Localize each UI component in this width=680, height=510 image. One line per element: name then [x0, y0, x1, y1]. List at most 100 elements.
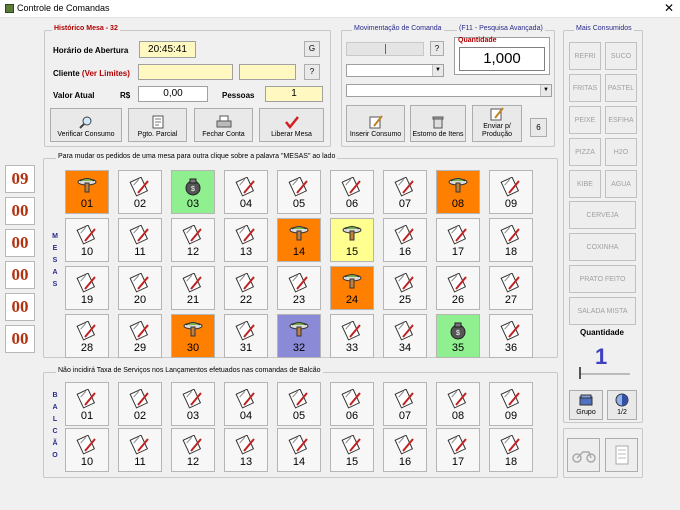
- half-button[interactable]: 1/2: [607, 390, 637, 420]
- mesa-button[interactable]: 29: [118, 314, 162, 358]
- balcao-button[interactable]: 18: [489, 428, 533, 472]
- quantidade-input[interactable]: 1,000: [459, 47, 545, 71]
- mesa-button[interactable]: 10: [65, 218, 109, 262]
- mesa-button[interactable]: 11: [118, 218, 162, 262]
- mesa-button[interactable]: 22: [224, 266, 268, 310]
- balcao-button[interactable]: 17: [436, 428, 480, 472]
- mesa-button[interactable]: 33: [330, 314, 374, 358]
- mesa-button[interactable]: 28: [65, 314, 109, 358]
- mesa-button[interactable]: 18: [489, 218, 533, 262]
- inserir-consumo-button[interactable]: Inserir Consumo: [346, 105, 405, 142]
- product-button[interactable]: REFRI: [569, 42, 601, 70]
- mesa-button[interactable]: 12: [171, 218, 215, 262]
- product-button[interactable]: KIBE: [569, 170, 601, 198]
- mesa-button[interactable]: 27: [489, 266, 533, 310]
- ver-limites-link[interactable]: (Ver Limites): [82, 69, 130, 78]
- mesa-button[interactable]: 20: [118, 266, 162, 310]
- mesas-vertical-link[interactable]: MESAS: [50, 231, 60, 291]
- produto-slider[interactable]: [346, 42, 424, 56]
- fechar-conta-button[interactable]: Fechar Conta: [194, 108, 253, 142]
- mesa-button[interactable]: 34: [383, 314, 427, 358]
- balcao-button[interactable]: 09: [489, 382, 533, 426]
- chevron-down-icon[interactable]: ▼: [432, 65, 443, 76]
- balcao-button[interactable]: 06: [330, 382, 374, 426]
- product-button[interactable]: H2O: [605, 138, 637, 166]
- produto-combo[interactable]: ▼: [346, 64, 444, 77]
- balcao-button[interactable]: 12: [171, 428, 215, 472]
- observacao-combo[interactable]: ▼: [346, 84, 552, 97]
- pessoas-field[interactable]: 1: [265, 86, 323, 102]
- mesa-button[interactable]: 08: [436, 170, 480, 214]
- product-button[interactable]: COXINHA: [569, 233, 636, 261]
- mesa-button[interactable]: 07: [383, 170, 427, 214]
- balcao-button[interactable]: 16: [383, 428, 427, 472]
- product-button[interactable]: AGUA: [605, 170, 637, 198]
- mesa-button[interactable]: 16: [383, 218, 427, 262]
- product-button[interactable]: SUCO: [605, 42, 637, 70]
- side-quantidade-track[interactable]: [579, 367, 630, 379]
- mesa-button[interactable]: 30: [171, 314, 215, 358]
- grupo-button[interactable]: Grupo: [569, 390, 603, 420]
- pgto-parcial-button[interactable]: Pgto. Parcial: [128, 108, 187, 142]
- cliente-code-input[interactable]: [239, 64, 296, 80]
- balcao-button[interactable]: 01: [65, 382, 109, 426]
- product-button[interactable]: PASTEL: [605, 74, 637, 102]
- six-button[interactable]: 6: [530, 118, 547, 137]
- mesa-button[interactable]: $03: [171, 170, 215, 214]
- balcao-button[interactable]: 15: [330, 428, 374, 472]
- mesa-button[interactable]: 24: [330, 266, 374, 310]
- mesa-button[interactable]: 36: [489, 314, 533, 358]
- mesa-button[interactable]: 23: [277, 266, 321, 310]
- produto-help-button[interactable]: ?: [430, 41, 444, 56]
- valor-field[interactable]: 0,00: [138, 86, 208, 102]
- balcao-button[interactable]: 07: [383, 382, 427, 426]
- enviar-producao-button[interactable]: Enviar p/ Produção: [472, 105, 522, 142]
- balcao-button[interactable]: 02: [118, 382, 162, 426]
- mesa-button[interactable]: 32: [277, 314, 321, 358]
- product-button[interactable]: PEIXE: [569, 106, 601, 134]
- mesa-button[interactable]: 15: [330, 218, 374, 262]
- cliente-help-button[interactable]: ?: [304, 64, 320, 80]
- mesa-button[interactable]: 05: [277, 170, 321, 214]
- verificar-consumo-button[interactable]: Verificar Consumo: [50, 108, 122, 142]
- chevron-down-icon[interactable]: ▼: [540, 85, 551, 96]
- g-button[interactable]: G: [304, 41, 320, 57]
- mesa-button[interactable]: 01: [65, 170, 109, 214]
- liberar-mesa-button[interactable]: Liberar Mesa: [259, 108, 324, 142]
- balcao-button[interactable]: 03: [171, 382, 215, 426]
- mesa-button[interactable]: 13: [224, 218, 268, 262]
- cliente-name-input[interactable]: [138, 64, 233, 80]
- balcao-button[interactable]: 14: [277, 428, 321, 472]
- product-button[interactable]: PRATO FEITO: [569, 265, 636, 293]
- abertura-field[interactable]: 20:45:41: [139, 41, 196, 58]
- balcao-button[interactable]: 13: [224, 428, 268, 472]
- close-icon[interactable]: ✕: [662, 1, 676, 15]
- mesa-button[interactable]: 26: [436, 266, 480, 310]
- product-button[interactable]: PIZZA: [569, 138, 601, 166]
- mesa-button[interactable]: 14: [277, 218, 321, 262]
- mesa-button[interactable]: 17: [436, 218, 480, 262]
- document-button[interactable]: [605, 438, 638, 472]
- mesa-button[interactable]: 09: [489, 170, 533, 214]
- slider-thumb[interactable]: [385, 44, 386, 54]
- side-quantidade-thumb[interactable]: [579, 367, 581, 379]
- mesa-button[interactable]: 19: [65, 266, 109, 310]
- mesa-button[interactable]: 31: [224, 314, 268, 358]
- balcao-button[interactable]: 11: [118, 428, 162, 472]
- balcao-button[interactable]: 10: [65, 428, 109, 472]
- mesa-button[interactable]: 25: [383, 266, 427, 310]
- product-button[interactable]: FRITAS: [569, 74, 601, 102]
- product-button[interactable]: ESFIHA: [605, 106, 637, 134]
- motorcycle-button[interactable]: [567, 438, 600, 472]
- estorno-itens-button[interactable]: Estorno de Itens: [410, 105, 466, 142]
- product-button[interactable]: SALADA MISTA: [569, 297, 636, 325]
- mesa-button[interactable]: 02: [118, 170, 162, 214]
- mesa-button[interactable]: 04: [224, 170, 268, 214]
- mesa-button[interactable]: 06: [330, 170, 374, 214]
- product-button[interactable]: CERVEJA: [569, 201, 636, 229]
- balcao-button[interactable]: 05: [277, 382, 321, 426]
- balcao-button[interactable]: 04: [224, 382, 268, 426]
- mesa-button[interactable]: $35: [436, 314, 480, 358]
- balcao-button[interactable]: 08: [436, 382, 480, 426]
- mesa-button[interactable]: 21: [171, 266, 215, 310]
